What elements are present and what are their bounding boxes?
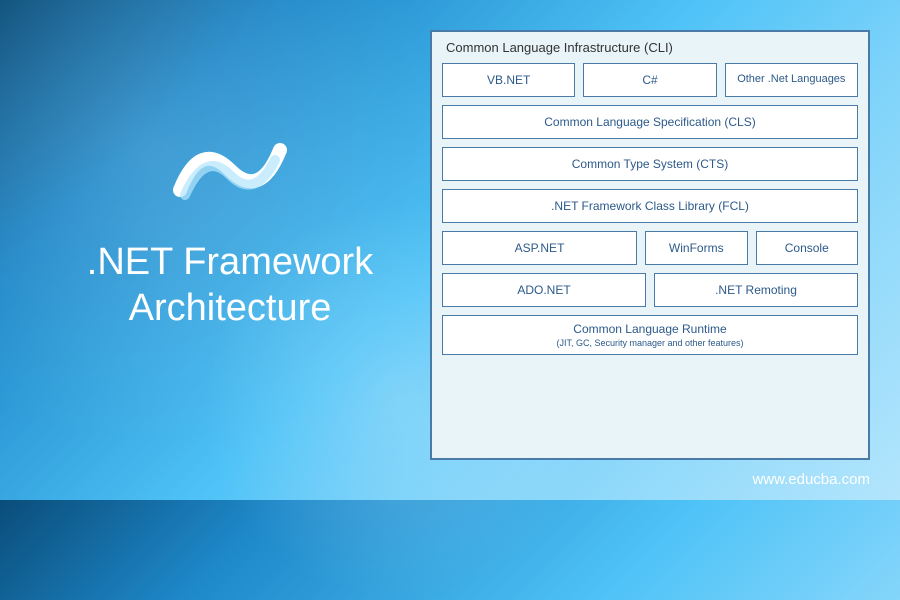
aspnet-box: ASP.NET — [442, 231, 637, 265]
data-row: ADO.NET .NET Remoting — [442, 273, 858, 307]
clr-title: Common Language Runtime — [573, 322, 726, 336]
cls-row: Common Language Specification (CLS) — [442, 105, 858, 139]
winforms-box: WinForms — [645, 231, 748, 265]
vbnet-box: VB.NET — [442, 63, 575, 97]
dotnet-swoosh-icon — [170, 120, 290, 220]
cls-box: Common Language Specification (CLS) — [442, 105, 858, 139]
adonet-box: ADO.NET — [442, 273, 646, 307]
page-title: .NET Framework Architecture — [60, 240, 400, 331]
cts-row: Common Type System (CTS) — [442, 147, 858, 181]
dotnet-logo-icon — [170, 120, 290, 220]
clr-row: Common Language Runtime (JIT, GC, Securi… — [442, 315, 858, 355]
cts-box: Common Type System (CTS) — [442, 147, 858, 181]
cli-container-title: Common Language Infrastructure (CLI) — [442, 40, 858, 55]
csharp-box: C# — [583, 63, 716, 97]
clr-subtitle: (JIT, GC, Security manager and other fea… — [556, 338, 743, 348]
remoting-box: .NET Remoting — [654, 273, 858, 307]
fcl-box: .NET Framework Class Library (FCL) — [442, 189, 858, 223]
clr-box: Common Language Runtime (JIT, GC, Securi… — [442, 315, 858, 355]
footer-url: www.educba.com — [752, 471, 870, 488]
frameworks-row: ASP.NET WinForms Console — [442, 231, 858, 265]
other-languages-box: Other .Net Languages — [725, 63, 858, 97]
architecture-diagram: Common Language Infrastructure (CLI) VB.… — [430, 30, 870, 460]
languages-row: VB.NET C# Other .Net Languages — [442, 63, 858, 97]
left-panel: .NET Framework Architecture — [60, 120, 400, 331]
fcl-row: .NET Framework Class Library (FCL) — [442, 189, 858, 223]
console-box: Console — [756, 231, 859, 265]
